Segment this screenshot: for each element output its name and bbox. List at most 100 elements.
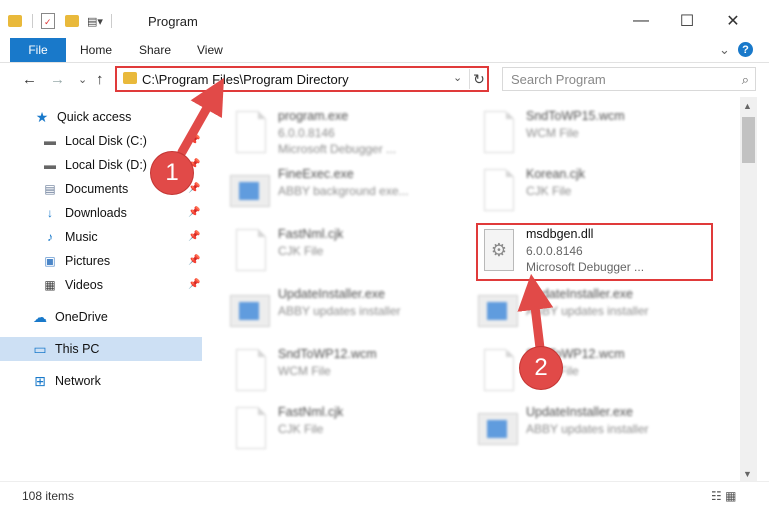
file-name: FastNml.cjk — [278, 405, 344, 419]
view-mode-icons[interactable]: ☷ ▦ — [711, 489, 736, 503]
file-name: UpdateInstaller.exe — [526, 405, 634, 419]
file-tile[interactable]: UpdateInstaller.exe ABBY updates install… — [230, 287, 460, 339]
file-detail: WCM File — [278, 364, 331, 378]
properties-icon[interactable]: ✓ — [41, 13, 55, 29]
document-icon — [478, 111, 518, 157]
pin-icon[interactable]: 📌 — [188, 255, 200, 266]
tab-file[interactable]: File — [10, 38, 66, 62]
navigation-bar: ← → ⌄ ↑ C:\Program Files\Program Directo… — [0, 63, 769, 97]
item-count: 108 items — [22, 489, 75, 503]
divider — [32, 14, 33, 28]
file-name: FineExec.exe — [278, 167, 354, 181]
pin-icon[interactable]: 📌 — [188, 135, 200, 146]
file-name: Korean.cjk — [526, 167, 586, 181]
scroll-up-icon[interactable]: ▲ — [743, 101, 752, 111]
sidebar-item-downloads[interactable]: ↓ Downloads 📌 — [0, 201, 202, 225]
window-title: Program — [148, 14, 198, 29]
address-bar[interactable]: C:\Program Files\Program Directory ⌄ ↻ — [115, 66, 489, 92]
back-button[interactable]: ← — [22, 71, 37, 88]
scroll-down-icon[interactable]: ▼ — [743, 469, 752, 479]
file-tile[interactable]: SndToWP12.wcm WCM File — [478, 347, 708, 399]
pin-icon[interactable]: 📌 — [188, 279, 200, 290]
star-icon: ★ — [35, 108, 49, 125]
file-tile[interactable]: UpdateInstaller.exe ABBY updates install… — [478, 405, 708, 457]
expand-ribbon-icon[interactable]: ⌄ — [719, 42, 730, 58]
sidebar-item-label: Music — [65, 230, 98, 244]
sidebar-item-this-pc[interactable]: ▭ This PC — [0, 337, 202, 361]
file-name: UpdateInstaller.exe — [526, 287, 634, 301]
file-detail: CJK File — [278, 244, 324, 258]
folder-icon[interactable] — [8, 15, 22, 27]
pin-icon[interactable]: 📌 — [188, 183, 200, 194]
file-detail: ABBY updates installer — [278, 304, 401, 318]
sidebar-item-label: This PC — [55, 342, 100, 356]
close-button[interactable]: ✕ — [718, 8, 748, 34]
up-button[interactable]: ↑ — [96, 71, 104, 88]
file-detail: WCM File — [526, 126, 579, 140]
drive-icon: ▬ — [44, 134, 56, 148]
file-tile[interactable]: UpdateInstaller.exe ABBY updates install… — [478, 287, 708, 339]
maximize-button[interactable]: ☐ — [672, 8, 702, 34]
file-name: FastNml.cjk — [278, 227, 344, 241]
file-tile[interactable]: SndToWP12.wcm WCM File — [230, 347, 460, 399]
file-tile[interactable]: FastNml.cjk CJK File — [230, 405, 460, 457]
sidebar-item-music[interactable]: ♪ Music 📌 — [0, 225, 202, 249]
sidebar-item-onedrive[interactable]: ☁ OneDrive — [0, 305, 202, 329]
file-detail: CJK File — [526, 184, 572, 198]
divider — [110, 14, 112, 28]
file-explorer-window: ✓ ▤▾ Program — ☐ ✕ File Home Share View … — [0, 0, 769, 524]
document-icon — [478, 349, 518, 395]
search-icon[interactable]: ⌕ — [742, 72, 749, 88]
tab-view[interactable]: View — [197, 43, 223, 57]
file-tile[interactable]: program.exe 6.0.0.8146 Microsoft Debugge… — [230, 109, 460, 161]
address-dropdown-icon[interactable]: ⌄ — [453, 71, 462, 84]
file-name: program.exe — [278, 109, 349, 123]
document-icon — [478, 169, 518, 215]
tab-home[interactable]: Home — [80, 43, 112, 57]
file-name: SndToWP12.wcm — [278, 347, 377, 361]
downloads-icon: ↓ — [47, 206, 53, 220]
sidebar-item-local-disk-c[interactable]: ▬ Local Disk (C:) 📌 — [0, 129, 202, 153]
address-path[interactable]: C:\Program Files\Program Directory — [142, 72, 349, 87]
new-folder-icon[interactable] — [65, 15, 79, 27]
sidebar-item-network[interactable]: ⊞ Network — [0, 369, 202, 393]
sidebar-item-label: Documents — [65, 182, 129, 196]
forward-button[interactable]: → — [50, 71, 65, 88]
file-tile[interactable]: FastNml.cjk CJK File — [230, 227, 460, 279]
vertical-scrollbar[interactable]: ▲ ▼ — [740, 97, 757, 481]
file-detail: ABBY background exe... — [278, 184, 409, 198]
file-tile[interactable]: FineExec.exe ABBY background exe... — [230, 167, 460, 219]
callout-step-1: 1 — [151, 152, 193, 194]
sidebar-item-label: OneDrive — [55, 310, 108, 324]
music-icon: ♪ — [47, 230, 53, 244]
recent-locations-button[interactable]: ⌄ — [78, 73, 87, 86]
sidebar-item-quick-access[interactable]: ★ Quick access — [0, 105, 202, 129]
sidebar-item-label: Videos — [65, 278, 103, 292]
file-tile[interactable]: SndToWP15.wcm WCM File — [478, 109, 708, 161]
status-bar: 108 items ☷ ▦ — [0, 481, 769, 506]
tab-share[interactable]: Share — [139, 43, 171, 57]
pin-icon[interactable]: 📌 — [188, 231, 200, 242]
pictures-icon: ▣ — [44, 254, 56, 268]
callout-step-2: 2 — [520, 347, 562, 389]
documents-icon: ▤ — [44, 182, 56, 196]
file-detail: ABBY updates installer — [526, 422, 649, 436]
sidebar-item-pictures[interactable]: ▣ Pictures 📌 — [0, 249, 202, 273]
highlight-box-msdbgen — [476, 223, 713, 281]
onedrive-icon: ☁ — [33, 308, 47, 325]
app-icon — [230, 289, 270, 335]
help-icon[interactable]: ? — [738, 42, 753, 57]
scrollbar-thumb[interactable] — [742, 117, 755, 163]
customize-toolbar-icon[interactable]: ▤▾ — [87, 15, 103, 28]
computer-icon: ▭ — [33, 340, 47, 357]
minimize-button[interactable]: — — [626, 8, 656, 34]
file-tile[interactable]: Korean.cjk CJK File — [478, 167, 708, 219]
app-icon — [230, 169, 270, 215]
sidebar-item-label: Network — [55, 374, 101, 388]
search-input[interactable]: Search Program ⌕ — [502, 67, 756, 91]
refresh-button[interactable]: ↻ — [469, 69, 488, 89]
document-icon — [230, 407, 270, 453]
folder-icon — [123, 72, 137, 84]
pin-icon[interactable]: 📌 — [188, 207, 200, 218]
sidebar-item-videos[interactable]: ▦ Videos 📌 — [0, 273, 202, 297]
